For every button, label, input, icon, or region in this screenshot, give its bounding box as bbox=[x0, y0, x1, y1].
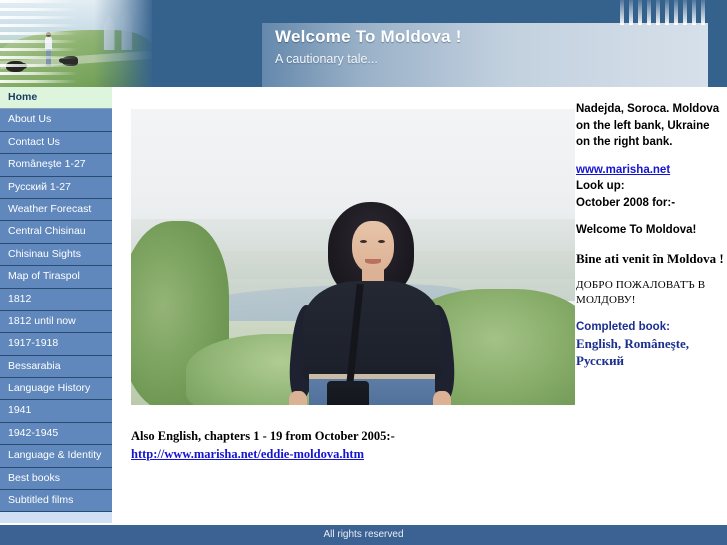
page-root: Welcome To Moldova ! A cautionary tale..… bbox=[0, 0, 727, 545]
main-photo-woman-bag bbox=[327, 381, 369, 405]
main-photo-woman-hand-left bbox=[289, 391, 307, 405]
main-photo-woman-face bbox=[352, 221, 394, 273]
page-subtitle: A cautionary tale... bbox=[275, 52, 378, 66]
header-right-edge bbox=[708, 0, 727, 87]
completed-book-label: Completed book: bbox=[576, 320, 670, 333]
bottom-text-line: Also English, chapters 1 - 19 from Octob… bbox=[131, 429, 395, 443]
welcome-russian: ДОБРО ПОЖАЛОВАТЪ В МОЛДОВУ! bbox=[576, 278, 706, 306]
main-photo-woman-hand-right bbox=[433, 391, 451, 405]
marisha-net-link[interactable]: www.marisha.net bbox=[576, 164, 670, 176]
sidebar-item-1941[interactable]: 1941 bbox=[0, 400, 112, 423]
header-vertical-stripes bbox=[620, 0, 708, 25]
sidebar-item-subtitled-films[interactable]: Subtitled films bbox=[0, 490, 112, 513]
lookup-line-2: October 2008 for:- bbox=[576, 196, 676, 209]
sidebar-item-central-chisinau[interactable]: Central Chisinau bbox=[0, 221, 112, 244]
welcome-english: Welcome To Moldova! bbox=[576, 224, 697, 236]
main-photo-woman-eye-right bbox=[378, 240, 385, 243]
sidebar-item-contact-us[interactable]: Contact Us bbox=[0, 131, 112, 155]
completed-book-block: Completed book: English, Româneşte, Русс… bbox=[576, 319, 726, 370]
sidebar-item-weather-forecast[interactable]: Weather Forecast bbox=[0, 198, 112, 222]
site-footer: All rights reserved bbox=[0, 523, 727, 545]
eddie-moldova-link[interactable]: http://www.marisha.net/eddie-moldova.htm bbox=[131, 447, 364, 461]
photo-caption: Nadejda, Soroca. Moldova on the left ban… bbox=[576, 103, 720, 148]
sidebar-item-1812-until-now[interactable]: 1812 until now bbox=[0, 310, 112, 334]
marisha-link-block: www.marisha.net Look up: October 2008 fo… bbox=[576, 162, 726, 212]
footer-copyright: All rights reserved bbox=[323, 529, 404, 540]
site-header: Welcome To Moldova ! A cautionary tale..… bbox=[0, 0, 727, 87]
sidebar-item-1917-1918[interactable]: 1917-1918 bbox=[0, 333, 112, 356]
page-title: Welcome To Moldova ! bbox=[275, 27, 462, 46]
sidebar-item-home[interactable]: Home bbox=[0, 87, 112, 110]
main-photo-woman-mouth bbox=[365, 259, 381, 264]
completed-book-languages: English, Româneşte, Русский bbox=[576, 336, 690, 368]
header-photo-blue-fade bbox=[94, 0, 152, 87]
header-photo-blind-stripes bbox=[0, 0, 78, 87]
sidebar-item-1812[interactable]: 1812 bbox=[0, 288, 112, 311]
sidebar-item-about-us[interactable]: About Us bbox=[0, 109, 112, 132]
bottom-text-block: Also English, chapters 1 - 19 from Octob… bbox=[131, 427, 691, 463]
main-photo-woman-belt bbox=[309, 374, 435, 379]
main-photo-woman-eye-left bbox=[360, 240, 367, 243]
welcome-romanian: Bine ati venit în Moldova ! bbox=[576, 250, 724, 266]
sidebar-item-romaneste[interactable]: Româneşte 1-27 bbox=[0, 154, 112, 177]
header-photo bbox=[0, 0, 152, 87]
sidebar-item-language-and-identity[interactable]: Language & Identity bbox=[0, 445, 112, 468]
sidebar-item-map-of-tiraspol[interactable]: Map of Tiraspol bbox=[0, 266, 112, 289]
main-photo-woman-top bbox=[303, 281, 441, 386]
sidebar-nav: Home About Us Contact Us Româneşte 1-27 … bbox=[0, 87, 112, 525]
sidebar-item-bessarabia[interactable]: Bessarabia bbox=[0, 355, 112, 379]
sidebar-item-russian[interactable]: Русский 1-27 bbox=[0, 176, 112, 199]
main-content: Nadejda, Soroca. Moldova on the left ban… bbox=[112, 87, 727, 525]
sidebar-item-1942-1945[interactable]: 1942-1945 bbox=[0, 422, 112, 446]
main-photo bbox=[131, 109, 575, 405]
sidebar-item-chisinau-sights[interactable]: Chisinau Sights bbox=[0, 243, 112, 267]
lookup-line-1: Look up: bbox=[576, 180, 625, 192]
sidebar-item-best-books[interactable]: Best books bbox=[0, 467, 112, 491]
sidebar-item-language-history[interactable]: Language History bbox=[0, 378, 112, 401]
side-text-column: Nadejda, Soroca. Moldova on the left ban… bbox=[576, 101, 726, 380]
